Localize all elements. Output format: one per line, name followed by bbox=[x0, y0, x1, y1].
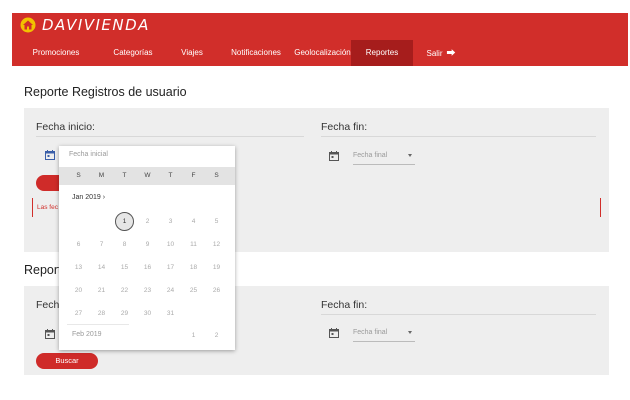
end-date-divider bbox=[321, 136, 596, 137]
weekday-label: S bbox=[214, 172, 219, 179]
start-date-label: Fech bbox=[36, 299, 60, 311]
weekday-label: F bbox=[191, 172, 196, 179]
calendar-day[interactable]: 28 bbox=[92, 304, 111, 323]
calendar-day[interactable]: 13 bbox=[69, 258, 88, 277]
nav-item-label: Categorías bbox=[113, 48, 153, 57]
calendar-day[interactable]: 10 bbox=[161, 235, 180, 254]
end-date-label: Fecha fin: bbox=[321, 121, 368, 133]
calendar-day[interactable]: 20 bbox=[69, 281, 88, 300]
weekday-label: T bbox=[168, 172, 173, 179]
weekday-label: M bbox=[98, 172, 105, 179]
nav-item-notificaciones[interactable]: Notificaciones bbox=[218, 40, 294, 66]
end-date-underline bbox=[353, 164, 415, 165]
chevron-down-icon[interactable] bbox=[408, 331, 412, 334]
calendar-day[interactable]: 31 bbox=[161, 304, 180, 323]
end-date-divider bbox=[321, 314, 596, 315]
calendar-day[interactable]: 19 bbox=[207, 258, 226, 277]
calendar-day[interactable]: 11 bbox=[184, 235, 203, 254]
calendar-icon[interactable] bbox=[45, 329, 55, 339]
report-registros-title: Reporte Registros de usuario bbox=[24, 85, 187, 99]
calendar-day[interactable]: 16 bbox=[138, 258, 157, 277]
calendar-day[interactable]: 21 bbox=[92, 281, 111, 300]
month-label: Jan 2019 bbox=[72, 194, 101, 201]
nav-item-label: Viajes bbox=[181, 48, 203, 57]
weekday-header: S M T W T F S bbox=[59, 167, 235, 185]
chevron-right-icon: › bbox=[102, 194, 106, 201]
calendar-day[interactable]: 8 bbox=[115, 235, 134, 254]
calendar-day[interactable]: 7 bbox=[92, 235, 111, 254]
nav-item-categorias[interactable]: Categorías bbox=[100, 40, 166, 66]
calendar-day[interactable]: 15 bbox=[115, 258, 134, 277]
date-picker-popup: Fecha inicial S M T W T F S Jan 2019 › 1… bbox=[59, 146, 235, 350]
calendar-day[interactable]: 6 bbox=[69, 235, 88, 254]
nav-item-label: Promociones bbox=[32, 48, 80, 57]
start-date-label: Fecha inicio: bbox=[36, 121, 95, 133]
chevron-down-icon[interactable] bbox=[408, 154, 412, 157]
calendar-day[interactable]: 9 bbox=[138, 235, 157, 254]
nav-item-reportes[interactable]: Reportes bbox=[351, 40, 413, 66]
end-date-select[interactable]: Fecha final bbox=[353, 329, 387, 336]
calendar-day[interactable]: 25 bbox=[184, 281, 203, 300]
weekday-label: T bbox=[122, 172, 127, 179]
brand-name: DAVIVIENDA bbox=[42, 16, 150, 34]
calendar-day[interactable]: 17 bbox=[161, 258, 180, 277]
weekday-label: S bbox=[76, 172, 81, 179]
calendar-day[interactable]: 1 bbox=[115, 212, 134, 231]
end-date-underline bbox=[353, 341, 415, 342]
calendar-day[interactable]: 24 bbox=[161, 281, 180, 300]
nav-item-viajes[interactable]: Viajes bbox=[166, 40, 218, 66]
calendar-day[interactable]: 1 bbox=[184, 326, 203, 345]
calendar-icon[interactable] bbox=[329, 328, 339, 338]
calendar-day[interactable]: 2 bbox=[207, 326, 226, 345]
nav-item-promociones[interactable]: Promociones bbox=[12, 40, 100, 66]
nav-item-label: Reportes bbox=[365, 48, 399, 57]
calendar-day[interactable]: 5 bbox=[207, 212, 226, 231]
nav-item-geolocalizacion[interactable]: Geolocalización bbox=[294, 40, 351, 66]
calendar-day[interactable]: 3 bbox=[161, 212, 180, 231]
nav-item-salir[interactable]: Salir ⮕ bbox=[413, 40, 469, 66]
next-month-label: Feb 2019 bbox=[72, 331, 102, 338]
month-divider bbox=[67, 324, 129, 325]
calendar-day[interactable]: 27 bbox=[69, 304, 88, 323]
calendar-icon[interactable] bbox=[329, 151, 339, 161]
calendar-day[interactable]: 14 bbox=[92, 258, 111, 277]
nav-item-label: Notificaciones bbox=[231, 48, 281, 57]
main-nav: Promociones Categorías Viajes Notificaci… bbox=[12, 40, 469, 66]
start-date-divider bbox=[36, 136, 304, 137]
nav-item-label: Geolocalización bbox=[294, 48, 351, 57]
error-alert-text: Las fec bbox=[37, 204, 58, 211]
date-picker-input[interactable]: Fecha inicial bbox=[69, 151, 108, 158]
top-bar: DAVIVIENDA Promociones Categorías Viajes… bbox=[12, 13, 628, 66]
calendar-day[interactable]: 26 bbox=[207, 281, 226, 300]
calendar-day[interactable]: 2 bbox=[138, 212, 157, 231]
davivienda-house-icon bbox=[20, 17, 36, 33]
calendar-day[interactable]: 12 bbox=[207, 235, 226, 254]
calendar-day[interactable]: 4 bbox=[184, 212, 203, 231]
end-date-select[interactable]: Fecha final bbox=[353, 152, 387, 159]
month-selector[interactable]: Jan 2019 › bbox=[72, 194, 105, 201]
calendar-day[interactable]: 29 bbox=[115, 304, 134, 323]
end-date-label: Fecha fin: bbox=[321, 299, 368, 311]
calendar-day[interactable]: 23 bbox=[138, 281, 157, 300]
calendar-day[interactable]: 22 bbox=[115, 281, 134, 300]
exit-icon: ⮕ bbox=[446, 48, 456, 58]
calendar-day[interactable]: 18 bbox=[184, 258, 203, 277]
calendar-day[interactable]: 30 bbox=[138, 304, 157, 323]
nav-item-label: Salir bbox=[426, 49, 443, 58]
calendar-icon[interactable] bbox=[45, 150, 55, 160]
brand-logo[interactable]: DAVIVIENDA bbox=[20, 16, 150, 34]
search-button[interactable]: Buscar bbox=[36, 353, 98, 369]
weekday-label: W bbox=[144, 172, 151, 179]
